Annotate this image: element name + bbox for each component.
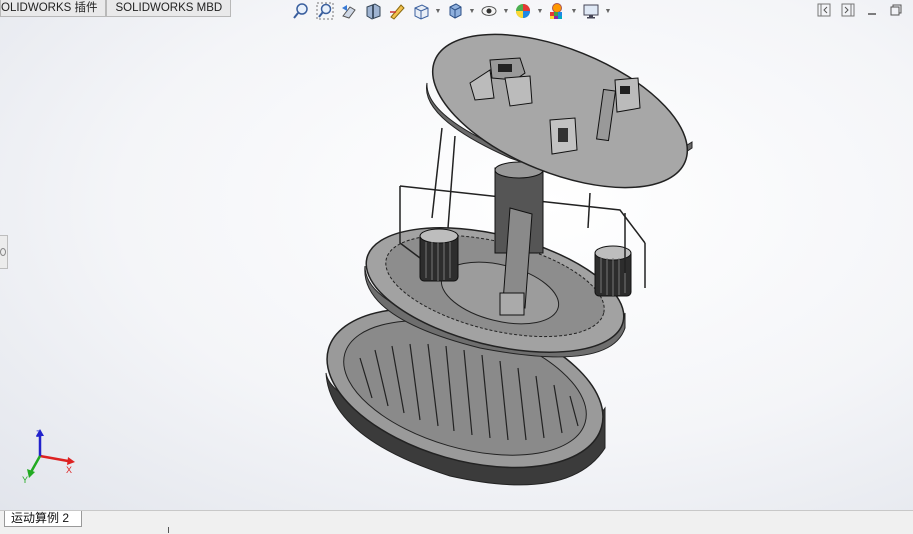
minimize-icon[interactable] <box>863 2 881 18</box>
heads-up-view-toolbar: ▼ ▼ ▼ ▼ ▼ ▼ <box>290 0 612 22</box>
top-block-center <box>549 117 578 155</box>
view-settings-dropdown-icon[interactable]: ▼ <box>604 1 612 21</box>
section-view-icon[interactable] <box>362 1 384 21</box>
zoom-to-area-icon[interactable] <box>314 1 336 21</box>
assembly-model[interactable] <box>320 28 700 493</box>
window-controls <box>815 2 905 18</box>
feature-manager-flyout-handle[interactable] <box>0 235 8 269</box>
command-manager-tabs: OLIDWORKS 插件 SOLIDWORKS MBD <box>0 0 232 17</box>
display-style-dropdown-icon[interactable]: ▼ <box>468 1 476 21</box>
previous-view-icon[interactable] <box>338 1 360 21</box>
reference-triad: X Y Z <box>22 429 75 484</box>
collapse-left-icon[interactable] <box>815 2 833 18</box>
display-style-icon[interactable] <box>444 1 466 21</box>
view-orientation-icon[interactable] <box>410 1 432 21</box>
graphics-viewport[interactable]: OLIDWORKS 插件 SOLIDWORKS MBD ▼ ▼ ▼ ▼ ▼ ▼ … <box>0 0 913 510</box>
dynamic-annotation-icon[interactable] <box>386 1 408 21</box>
tab-solidworks-mbd[interactable]: SOLIDWORKS MBD <box>106 0 232 17</box>
triad-x-label: X <box>66 465 72 475</box>
triad-y-label: Y <box>22 475 28 484</box>
apply-scene-icon[interactable] <box>546 1 568 21</box>
status-divider <box>168 527 169 533</box>
view-orientation-dropdown-icon[interactable]: ▼ <box>434 1 442 21</box>
edit-appearance-dropdown-icon[interactable]: ▼ <box>536 1 544 21</box>
triad-z-label: Z <box>36 429 42 439</box>
hide-show-items-icon[interactable] <box>478 1 500 21</box>
tab-solidworks-addins[interactable]: OLIDWORKS 插件 <box>0 0 107 17</box>
apply-scene-dropdown-icon[interactable]: ▼ <box>570 1 578 21</box>
edit-appearance-icon[interactable] <box>512 1 534 21</box>
restore-icon[interactable] <box>887 2 905 18</box>
hide-show-dropdown-icon[interactable]: ▼ <box>502 1 510 21</box>
bottom-tab-bar: 运动算例 2 <box>0 510 913 534</box>
tab-motion-study[interactable]: 运动算例 2 <box>4 511 83 527</box>
zoom-to-fit-icon[interactable] <box>290 1 312 21</box>
drive-motor-left <box>419 228 459 282</box>
collapse-right-icon[interactable] <box>839 2 857 18</box>
view-settings-icon[interactable] <box>580 1 602 21</box>
handle-grip-icon <box>0 248 6 256</box>
